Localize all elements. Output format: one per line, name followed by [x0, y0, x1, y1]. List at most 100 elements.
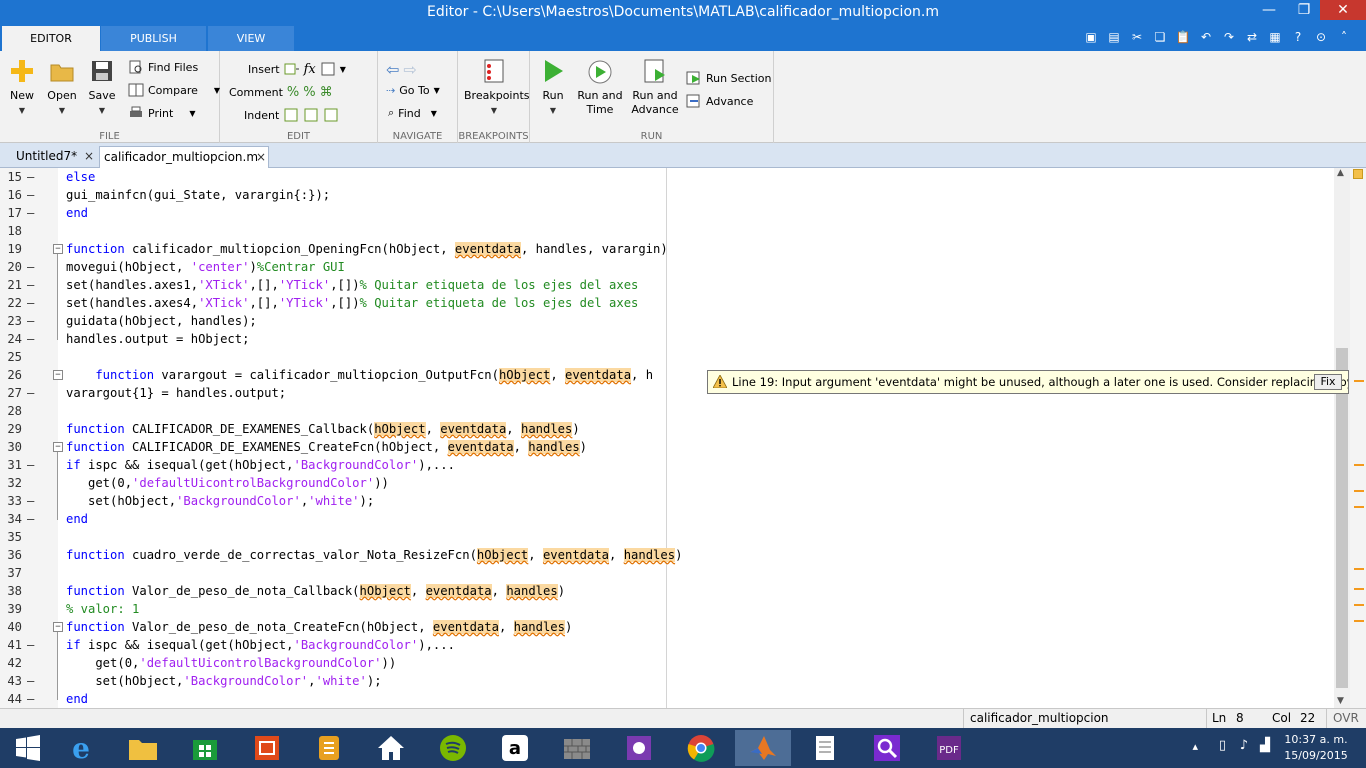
line-number[interactable]: 42 — [0, 654, 22, 672]
window-layout-icon[interactable]: ▣ — [1081, 27, 1101, 47]
code-text[interactable]: set(handles.axes1,'XTick',[],'YTick',[])… — [66, 276, 638, 294]
expand-icon[interactable]: ⊙ — [1311, 27, 1331, 47]
code-line[interactable]: 43– set(hObject,'BackgroundColor','white… — [0, 672, 1334, 690]
code-text[interactable]: guidata(hObject, handles); — [66, 312, 257, 330]
breakpoint-dash[interactable]: – — [27, 168, 34, 186]
line-number[interactable]: 26 — [0, 366, 22, 384]
network-icon[interactable]: ▟ — [1260, 738, 1270, 753]
help-icon[interactable]: ? — [1288, 27, 1308, 47]
run-and-advance-button[interactable]: Run and Advance — [630, 55, 680, 117]
taskbar-media[interactable] — [611, 730, 667, 766]
fold-toggle-icon[interactable]: − — [53, 622, 63, 632]
code-line[interactable]: 22– set(handles.axes4,'XTick',[],'YTick',… — [0, 294, 1334, 312]
breakpoint-dash[interactable]: – — [27, 330, 34, 348]
line-number[interactable]: 28 — [0, 402, 22, 420]
smart-indent-icon[interactable] — [283, 107, 299, 123]
doc-tab-calificador[interactable]: calificador_multiopcion.m × — [99, 146, 269, 168]
battery-icon[interactable]: ▯ — [1219, 738, 1226, 753]
increase-indent-icon[interactable] — [303, 107, 319, 123]
breakpoints-button[interactable]: Breakpoints ▼ — [464, 55, 530, 118]
fold-toggle-icon[interactable]: − — [53, 442, 63, 452]
breakpoint-dash[interactable]: – — [27, 672, 34, 690]
restore-button[interactable]: ❐ — [1290, 0, 1318, 20]
show-hidden-icons-icon[interactable]: ▴ — [1192, 740, 1198, 753]
code-text[interactable]: gui_mainfcn(gui_State, varargin{:}); — [66, 186, 330, 204]
new-button[interactable]: New ▼ — [6, 55, 38, 118]
code-line[interactable]: 28 — [0, 402, 1334, 420]
decrease-indent-icon[interactable] — [323, 107, 339, 123]
line-number[interactable]: 23 — [0, 312, 22, 330]
uncomment-icon[interactable]: % — [303, 85, 315, 100]
run-button[interactable]: Run ▼ — [538, 55, 568, 118]
taskbar-internet-explorer[interactable]: e — [53, 730, 109, 766]
line-number[interactable]: 16 — [0, 186, 22, 204]
code-line[interactable]: 31– if ispc && isequal(get(hObject,'Backg… — [0, 456, 1334, 474]
code-line[interactable]: 20– movegui(hObject, 'center')%Centrar GU… — [0, 258, 1334, 276]
code-line[interactable]: 40 − function Valor_de_peso_de_nota_Create… — [0, 618, 1334, 636]
breakpoint-dash[interactable]: – — [27, 294, 34, 312]
line-number[interactable]: 43 — [0, 672, 22, 690]
code-line[interactable]: 41– if ispc && isequal(get(hObject,'Backg… — [0, 636, 1334, 654]
open-button[interactable]: Open ▼ — [45, 55, 79, 118]
taskbar-notes[interactable] — [301, 730, 357, 766]
start-button[interactable] — [0, 730, 56, 766]
code-line[interactable]: 44– end — [0, 690, 1334, 708]
line-number[interactable]: 17 — [0, 204, 22, 222]
find-button[interactable]: ⌕ Find ▼ — [388, 103, 437, 123]
find-files-button[interactable]: Find Files — [128, 57, 198, 77]
breakpoint-dash[interactable]: – — [27, 258, 34, 276]
breakpoint-dash[interactable]: – — [27, 492, 34, 510]
close-tab-icon[interactable]: × — [84, 146, 94, 166]
line-number[interactable]: 24 — [0, 330, 22, 348]
save-button[interactable]: Save ▼ — [86, 55, 118, 118]
code-text[interactable]: get(0,'defaultUicontrolBackgroundColor')… — [66, 654, 396, 672]
goto-button[interactable]: ⇢ Go To ▼ — [386, 80, 440, 100]
toolbar-options-icon[interactable]: ▦ — [1265, 27, 1285, 47]
code-line[interactable]: 36 function cuadro_verde_de_correctas_val… — [0, 546, 1334, 564]
taskbar-photos[interactable] — [239, 730, 295, 766]
code-line[interactable]: 38 function Valor_de_peso_de_nota_Callbac… — [0, 582, 1334, 600]
minimize-ribbon-icon[interactable]: ˄ — [1334, 27, 1354, 47]
line-number[interactable]: 20 — [0, 258, 22, 276]
insert-function-icon[interactable] — [320, 61, 336, 77]
taskbar-pdf[interactable]: PDF — [921, 730, 977, 766]
code-line[interactable]: 16– gui_mainfcn(gui_State, varargin{:}); — [0, 186, 1334, 204]
breakpoint-dash[interactable]: – — [27, 384, 34, 402]
line-number[interactable]: 35 — [0, 528, 22, 546]
line-number[interactable]: 31 — [0, 456, 22, 474]
code-text[interactable]: function cuadro_verde_de_correctas_valor… — [66, 546, 682, 564]
line-number[interactable]: 38 — [0, 582, 22, 600]
fix-button[interactable]: Fix — [1314, 374, 1342, 390]
warning-marker[interactable] — [1354, 380, 1364, 382]
comment-button[interactable]: Comment % % ⌘ — [229, 82, 333, 102]
redo-icon[interactable]: ↷ — [1219, 27, 1239, 47]
close-tab-icon[interactable]: × — [256, 147, 266, 167]
comment-percent-icon[interactable]: % — [287, 85, 299, 100]
line-number[interactable]: 29 — [0, 420, 22, 438]
taskbar-file-explorer[interactable] — [115, 730, 171, 766]
switch-windows-icon[interactable]: ⇄ — [1242, 27, 1262, 47]
line-number[interactable]: 37 — [0, 564, 22, 582]
run-section-button[interactable]: Run Section — [686, 68, 771, 88]
code-analyzer-bar[interactable] — [1350, 168, 1366, 708]
breakpoint-dash[interactable]: – — [27, 636, 34, 654]
fold-toggle-icon[interactable]: − — [53, 370, 63, 380]
line-number[interactable]: 27 — [0, 384, 22, 402]
line-number[interactable]: 19 — [0, 240, 22, 258]
line-number[interactable]: 44 — [0, 690, 22, 708]
line-number[interactable]: 15 — [0, 168, 22, 186]
compare-button[interactable]: Compare ▼ — [128, 80, 220, 100]
code-line[interactable]: 24– handles.output = hObject; — [0, 330, 1334, 348]
taskbar-matlab[interactable] — [735, 730, 791, 766]
code-text[interactable]: if ispc && isequal(get(hObject,'Backgrou… — [66, 636, 455, 654]
paste-icon[interactable]: 📋 — [1173, 27, 1193, 47]
line-number[interactable]: 34 — [0, 510, 22, 528]
code-text[interactable]: varargout{1} = handles.output; — [66, 384, 286, 402]
doc-tab-untitled7[interactable]: Untitled7* × — [2, 146, 96, 168]
insert-button[interactable]: Insert fx ▼ — [248, 59, 346, 79]
code-area[interactable]: 15– else 16– gui_mainfcn(gui_State, varargi… — [0, 168, 1334, 708]
code-text[interactable]: function CALIFICADOR_DE_EXAMENES_CreateF… — [66, 438, 587, 456]
undo-icon[interactable]: ↶ — [1196, 27, 1216, 47]
code-line[interactable]: 34– end — [0, 510, 1334, 528]
wrap-comments-icon[interactable]: ⌘ — [320, 85, 333, 100]
